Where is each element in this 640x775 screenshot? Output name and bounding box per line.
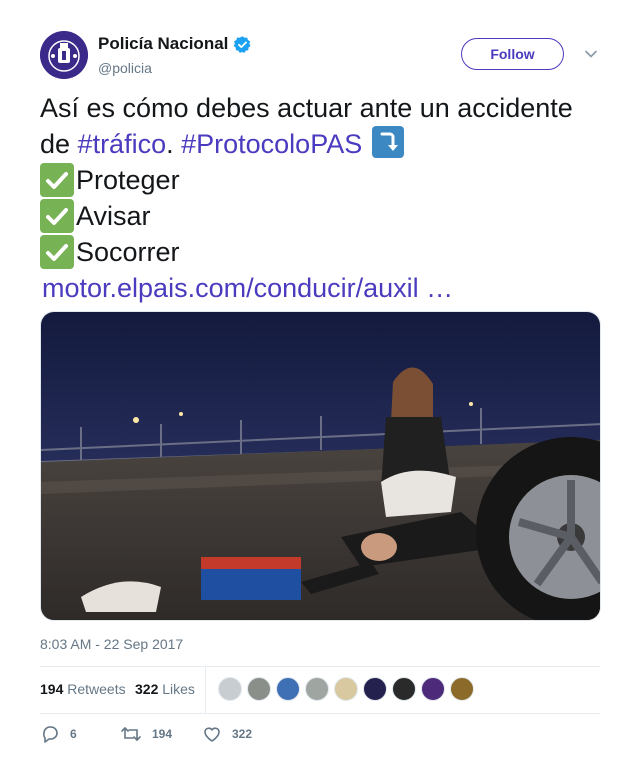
retweet-count: 194	[152, 727, 173, 741]
liker-avatar[interactable]	[247, 677, 271, 701]
checklist-item: Avisar	[40, 198, 620, 234]
arrow-down-emoji-icon	[372, 126, 405, 158]
checklist-label: Socorrer	[76, 237, 180, 267]
follow-button[interactable]: Follow	[461, 38, 564, 70]
liker-avatars	[218, 677, 479, 701]
tweet-text-segment: .	[166, 129, 182, 159]
like-count: 322	[232, 727, 253, 741]
tweet-text-segment: de	[40, 129, 78, 159]
tweet-text: Así es cómo debes actuar ante un acciden…	[40, 90, 620, 306]
retweets-stat[interactable]: 194 Retweets	[40, 681, 126, 697]
reply-button[interactable]: 6	[40, 724, 77, 744]
check-mark-icon	[40, 235, 74, 269]
tweet-photo[interactable]	[40, 311, 601, 621]
heart-icon	[204, 727, 220, 742]
likes-stat[interactable]: 322 Likes	[135, 681, 195, 697]
checklist-item: Socorrer	[40, 234, 620, 270]
external-link[interactable]: motor.elpais.com/conducir/auxil …	[42, 270, 453, 306]
retweets-label: Retweets	[67, 681, 126, 697]
reply-count: 6	[70, 727, 77, 741]
divider	[40, 713, 600, 714]
liker-avatar[interactable]	[276, 677, 300, 701]
reply-icon	[43, 726, 58, 743]
accident-scene-image	[41, 312, 600, 620]
checklist-label: Avisar	[76, 201, 151, 231]
liker-avatar[interactable]	[305, 677, 329, 701]
liker-avatar[interactable]	[218, 677, 242, 701]
tweet-line-2: de #tráfico . #ProtocoloPAS	[40, 126, 620, 162]
check-mark-icon	[40, 163, 74, 197]
checklist-item: Proteger	[40, 162, 620, 198]
liker-avatar[interactable]	[450, 677, 474, 701]
handle[interactable]: @policia	[98, 60, 152, 76]
retweet-icon	[121, 727, 141, 741]
check-mark-icon	[40, 199, 74, 233]
tweet-actions: 6 194 322	[40, 724, 600, 748]
likes-label: Likes	[162, 681, 195, 697]
like-button[interactable]: 322	[202, 724, 252, 744]
tweet-text-line: Así es cómo debes actuar ante un acciden…	[40, 93, 573, 123]
liker-avatar[interactable]	[421, 677, 445, 701]
hashtag-trafico-link[interactable]: #tráfico	[78, 126, 167, 162]
liker-avatar[interactable]	[392, 677, 416, 701]
avatar[interactable]	[40, 31, 88, 79]
liker-avatar[interactable]	[363, 677, 387, 701]
tweet-line-1: Así es cómo debes actuar ante un acciden…	[40, 90, 620, 126]
checklist-label: Proteger	[76, 165, 180, 195]
retweets-count: 194	[40, 681, 64, 697]
tweet-line-link: motor.elpais.com/conducir/auxil …	[40, 270, 620, 306]
verified-badge-icon	[234, 35, 251, 53]
tweet-stats: 194 Retweets 322 Likes	[40, 667, 600, 713]
liker-avatar[interactable]	[334, 677, 358, 701]
hashtag-protocolopas-link[interactable]: #ProtocoloPAS	[181, 126, 362, 162]
display-name[interactable]: Policía Nacional	[98, 34, 228, 54]
stats-separator	[205, 667, 206, 713]
tweet-header: Policía Nacional @policia Follow	[40, 31, 600, 83]
tweet-timestamp[interactable]: 8:03 AM - 22 Sep 2017	[40, 636, 183, 652]
name-row: Policía Nacional	[98, 34, 252, 54]
chevron-down-icon[interactable]	[584, 47, 598, 61]
likes-count: 322	[135, 681, 159, 697]
retweet-button[interactable]: 194	[120, 724, 172, 744]
